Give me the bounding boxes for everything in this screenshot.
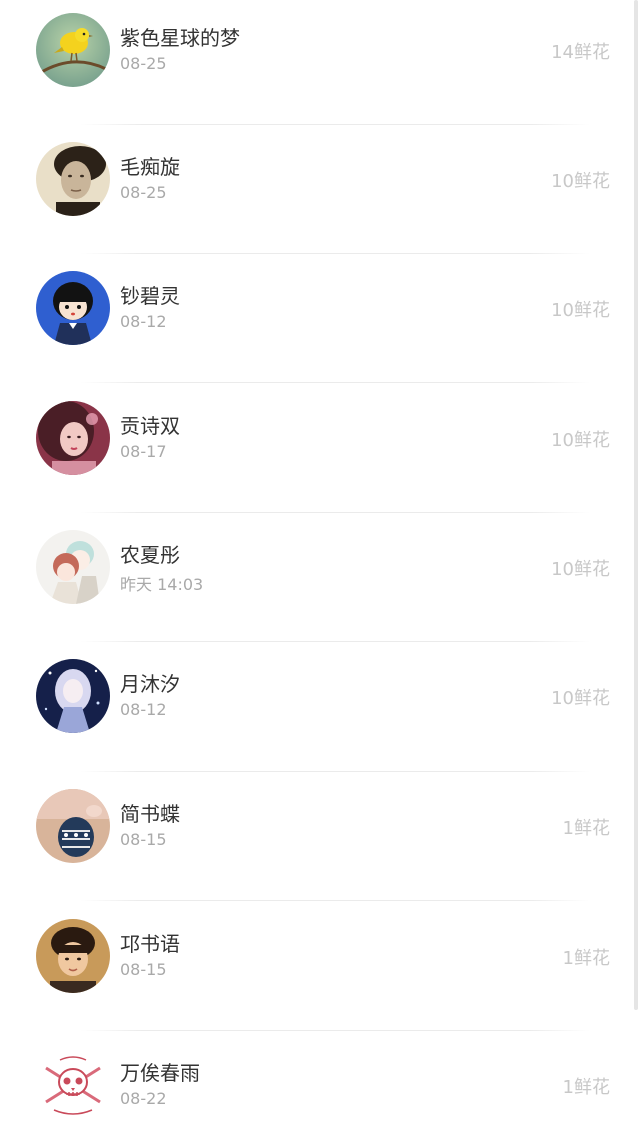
flower-count: 1鲜花 [562, 948, 610, 969]
skull-logo-icon [36, 1048, 110, 1122]
knit-glove-icon [36, 789, 110, 863]
flower-count: 10鲜花 [551, 559, 610, 580]
sender-name: 钞碧灵 [120, 284, 180, 308]
gift-list: 紫色星球的梦 08-25 14鲜花 毛痴旋 08-25 10鲜花 钞碧灵 08-… [0, 0, 640, 1128]
avatar[interactable] [36, 789, 110, 863]
gift-date: 08-25 [120, 183, 167, 202]
sender-name: 月沐汐 [120, 672, 180, 696]
portrait-icon [36, 142, 110, 216]
divider [80, 771, 590, 772]
gift-date: 08-25 [120, 54, 167, 73]
avatar[interactable] [36, 142, 110, 216]
flower-count: 10鲜花 [551, 171, 610, 192]
flower-count: 10鲜花 [551, 300, 610, 321]
sender-name: 紫色星球的梦 [120, 26, 240, 50]
yellow-bird-icon [36, 13, 110, 87]
avatar[interactable] [36, 271, 110, 345]
sender-name: 贡诗双 [120, 414, 180, 438]
list-item[interactable]: 万俟春雨 08-22 1鲜花 [0, 1035, 632, 1145]
flower-count: 14鲜花 [551, 42, 610, 63]
list-item[interactable]: 毛痴旋 08-25 10鲜花 [0, 129, 632, 239]
gift-date: 08-15 [120, 960, 167, 979]
gift-date: 08-12 [120, 700, 167, 719]
avatar[interactable] [36, 659, 110, 733]
gift-date: 08-22 [120, 1089, 167, 1108]
divider [80, 124, 590, 125]
gift-date: 08-12 [120, 312, 167, 331]
sender-name: 毛痴旋 [120, 155, 180, 179]
list-item[interactable]: 月沐汐 08-12 10鲜花 [0, 646, 632, 756]
list-item[interactable]: 钞碧灵 08-12 10鲜花 [0, 258, 632, 368]
gift-date: 昨天 14:03 [120, 575, 204, 594]
flower-count: 1鲜花 [562, 818, 610, 839]
divider [80, 512, 590, 513]
sender-name: 万俟春雨 [120, 1061, 200, 1085]
list-item[interactable]: 农夏彤 昨天 14:03 10鲜花 [0, 517, 632, 627]
sender-name: 邛书语 [120, 932, 180, 956]
gift-date: 08-17 [120, 442, 167, 461]
divider [80, 253, 590, 254]
gift-date: 08-15 [120, 830, 167, 849]
avatar[interactable] [36, 1048, 110, 1122]
flower-count: 10鲜花 [551, 430, 610, 451]
boy-photo-icon [36, 919, 110, 993]
flower-count: 10鲜花 [551, 688, 610, 709]
list-item[interactable]: 简书蝶 08-15 1鲜花 [0, 776, 632, 886]
anime-couple-icon [36, 530, 110, 604]
divider [80, 1030, 590, 1031]
cartoon-girl-icon [36, 271, 110, 345]
anime-night-icon [36, 659, 110, 733]
divider [80, 900, 590, 901]
divider [80, 382, 590, 383]
avatar[interactable] [36, 13, 110, 87]
avatar[interactable] [36, 401, 110, 475]
scrollbar[interactable] [634, 0, 638, 1010]
list-item[interactable]: 贡诗双 08-17 10鲜花 [0, 388, 632, 498]
flower-count: 1鲜花 [562, 1077, 610, 1098]
avatar[interactable] [36, 919, 110, 993]
list-item[interactable]: 邛书语 08-15 1鲜花 [0, 906, 632, 1016]
pink-portrait-icon [36, 401, 110, 475]
sender-name: 农夏彤 [120, 543, 180, 567]
list-item[interactable]: 紫色星球的梦 08-25 14鲜花 [0, 0, 632, 110]
sender-name: 简书蝶 [120, 802, 180, 826]
avatar[interactable] [36, 530, 110, 604]
divider [80, 641, 590, 642]
